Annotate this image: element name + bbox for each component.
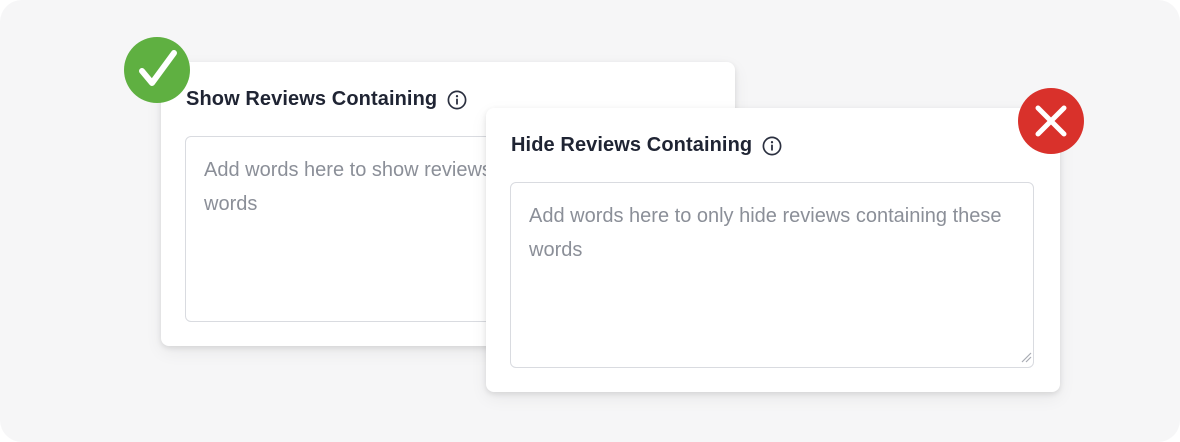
hide-reviews-card: Hide Reviews Containing: [486, 108, 1060, 392]
info-circle-icon[interactable]: [762, 136, 782, 156]
hide-reviews-title: Hide Reviews Containing: [511, 134, 753, 156]
show-reviews-title: Show Reviews Containing: [186, 88, 438, 110]
info-circle-icon[interactable]: [447, 90, 467, 110]
checkmark-badge: [124, 37, 190, 103]
close-x-icon: [1035, 105, 1067, 137]
show-reviews-header: Show Reviews Containing: [186, 88, 467, 111]
checkmark-icon: [139, 50, 177, 86]
hide-reviews-keywords-input[interactable]: [510, 182, 1034, 368]
hide-reviews-header: Hide Reviews Containing: [511, 134, 782, 157]
resize-grip-icon[interactable]: [1020, 350, 1032, 363]
filter-comparison-stage: Show Reviews Containing Hide Reviews Con…: [0, 0, 1180, 442]
close-x-badge: [1018, 88, 1084, 154]
